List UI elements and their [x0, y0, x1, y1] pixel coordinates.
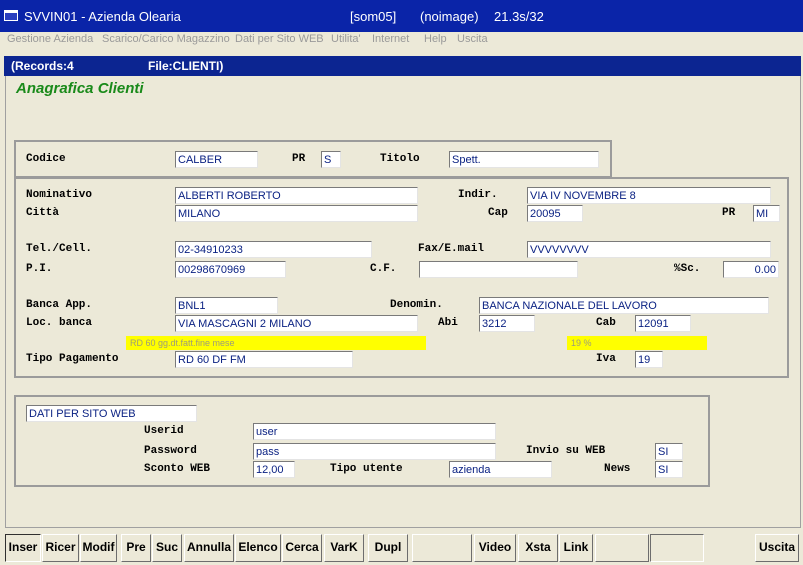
fax-email-field[interactable]: VVVVVVVV: [527, 241, 771, 258]
telefono-label: Tel./Cell.: [26, 243, 93, 255]
news-field[interactable]: SI: [655, 461, 683, 478]
file-name: File:CLIENTI): [148, 59, 224, 73]
nominativo-field[interactable]: ALBERTI ROBERTO: [175, 187, 418, 204]
codice-label: Codice: [26, 153, 66, 165]
menu-dati-sito-web[interactable]: Dati per Sito WEB: [235, 33, 324, 45]
invio-web-field[interactable]: SI: [655, 443, 683, 460]
partita-iva-field[interactable]: 00298670969: [175, 261, 286, 278]
localita-banca-field[interactable]: VIA MASCAGNI 2 MILANO: [175, 315, 418, 332]
invio-web-label: Invio su WEB: [526, 445, 606, 457]
pagamento-description: RD 60 gg.dt.fatt.fine mese: [126, 336, 426, 350]
records-status-bar: (Records:4 File:CLIENTI): [4, 56, 801, 76]
function-toolbar: Inser Ricer Modif Pre Suc Annulla Elenco…: [0, 528, 803, 565]
window-title: SVVIN01 - Azienda Olearia: [24, 9, 181, 24]
sconto-web-label: Sconto WEB: [144, 463, 211, 475]
indirizzo-label: Indir.: [458, 189, 498, 201]
title-bar: SVVIN01 - Azienda Olearia [som05] (noima…: [0, 0, 803, 32]
menu-bar: Gestione Azienda Scarico/Carico Magazzin…: [0, 32, 803, 52]
cap-field[interactable]: 20095: [527, 205, 583, 222]
modif-button[interactable]: Modif: [80, 534, 117, 562]
ricer-button[interactable]: Ricer: [42, 534, 79, 562]
tipo-pagamento-field[interactable]: RD 60 DF FM: [175, 351, 353, 368]
iva-field[interactable]: 19: [635, 351, 663, 368]
menu-help[interactable]: Help: [424, 33, 447, 45]
localita-banca-label: Loc. banca: [26, 317, 93, 329]
cerca-button[interactable]: Cerca: [282, 534, 322, 562]
titolo-label: Titolo: [380, 153, 420, 165]
password-label: Password: [144, 445, 197, 457]
iva-label: Iva: [596, 353, 616, 365]
userid-label: Userid: [144, 425, 184, 437]
elenco-button[interactable]: Elenco: [235, 534, 281, 562]
denominazione-label: Denomin.: [390, 299, 443, 311]
provincia-field[interactable]: MI: [753, 205, 780, 222]
link-button[interactable]: Link: [559, 534, 593, 562]
banca-label: Banca App.: [26, 299, 93, 311]
uscita-button[interactable]: Uscita: [755, 534, 799, 562]
sconto-web-field[interactable]: 12,00: [253, 461, 295, 478]
cab-field[interactable]: 12091: [635, 315, 691, 332]
abi-label: Abi: [438, 317, 458, 329]
annulla-button[interactable]: Annulla: [184, 534, 234, 562]
session-label: [som05]: [350, 9, 397, 24]
codice-fiscale-label: C.F.: [370, 263, 397, 275]
userid-field[interactable]: user: [253, 423, 496, 440]
pr-field[interactable]: S: [321, 151, 341, 168]
abi-field[interactable]: 3212: [479, 315, 535, 332]
empty-button-3[interactable]: [650, 534, 704, 562]
sconto-field[interactable]: 0.00: [723, 261, 779, 278]
nominativo-label: Nominativo: [26, 189, 93, 201]
empty-button-1[interactable]: [412, 534, 472, 562]
iva-description: 19 %: [567, 336, 707, 350]
form-title: Anagrafica Clienti: [16, 80, 144, 97]
web-section-field[interactable]: DATI PER SITO WEB: [26, 405, 197, 422]
menu-gestione-azienda[interactable]: Gestione Azienda: [7, 33, 93, 45]
window-icon: [4, 10, 18, 21]
image-mode-label: (noimage): [420, 9, 479, 24]
dupl-button[interactable]: Dupl: [368, 534, 408, 562]
provincia-label: PR: [722, 207, 736, 219]
indirizzo-field[interactable]: VIA IV NOVEMBRE 8: [527, 187, 771, 204]
menu-utilita[interactable]: Utilita': [331, 33, 361, 45]
pre-button[interactable]: Pre: [121, 534, 151, 562]
menu-scarico-carico-magazzino[interactable]: Scarico/Carico Magazzino: [102, 33, 230, 45]
fax-email-label: Fax/E.mail: [418, 243, 485, 255]
news-label: News: [604, 463, 631, 475]
codice-fiscale-field[interactable]: [419, 261, 578, 278]
menu-internet[interactable]: Internet: [372, 33, 409, 45]
empty-button-2[interactable]: [595, 534, 649, 562]
version-label: 21.3s/32: [494, 9, 544, 24]
video-button[interactable]: Video: [474, 534, 516, 562]
cab-label: Cab: [596, 317, 616, 329]
banca-field[interactable]: BNL1: [175, 297, 278, 314]
denominazione-field[interactable]: BANCA NAZIONALE DEL LAVORO: [479, 297, 769, 314]
telefono-field[interactable]: 02-34910233: [175, 241, 372, 258]
cap-label: Cap: [488, 207, 508, 219]
sconto-label: %Sc.: [674, 263, 701, 275]
citta-label: Città: [26, 207, 60, 219]
partita-iva-label: P.I.: [26, 263, 53, 275]
tipo-utente-field[interactable]: azienda: [449, 461, 552, 478]
codice-field[interactable]: CALBER: [175, 151, 258, 168]
citta-field[interactable]: MILANO: [175, 205, 418, 222]
xsta-button[interactable]: Xsta: [518, 534, 558, 562]
records-count: (Records:4: [11, 59, 74, 73]
pr-label: PR: [292, 153, 306, 165]
inser-button[interactable]: Inser: [5, 534, 41, 562]
tipo-pagamento-label: Tipo Pagamento: [26, 353, 119, 365]
password-field[interactable]: pass: [253, 443, 496, 460]
menu-uscita[interactable]: Uscita: [457, 33, 488, 45]
tipo-utente-label: Tipo utente: [330, 463, 403, 475]
suc-button[interactable]: Suc: [152, 534, 182, 562]
vark-button[interactable]: VarK: [324, 534, 364, 562]
titolo-field[interactable]: Spett.: [449, 151, 599, 168]
